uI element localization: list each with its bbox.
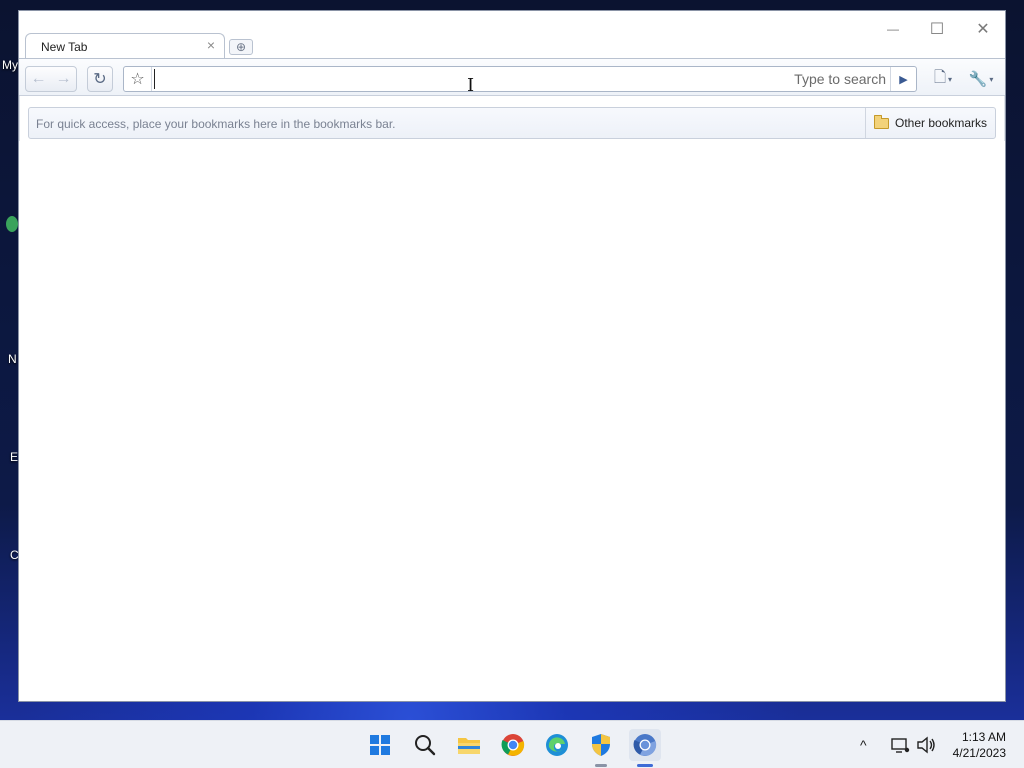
close-window-button[interactable]: ✕	[961, 15, 1005, 43]
chevron-down-icon: ▾	[948, 74, 953, 84]
volume-icon	[917, 736, 935, 754]
page-menu-button[interactable]: 🗋 ▾	[925, 66, 961, 92]
tab-new-tab[interactable]: New Tab ×	[25, 33, 225, 59]
page-content[interactable]	[19, 141, 1005, 701]
maximize-button[interactable]: ☐	[915, 15, 959, 43]
plus-icon: ⊕	[235, 40, 247, 54]
desktop-app-icon[interactable]	[6, 216, 18, 232]
network-icon	[891, 738, 910, 753]
edge-button[interactable]	[541, 729, 573, 761]
security-shield-icon	[592, 734, 610, 756]
minimize-icon: —	[887, 22, 899, 36]
chevron-down-icon: ▾	[989, 74, 994, 84]
bookmarks-bar-hint: For quick access, place your bookmarks h…	[36, 117, 396, 131]
wrench-icon: 🔧	[968, 71, 988, 88]
close-icon: ✕	[976, 21, 990, 38]
reload-icon: ↻	[93, 71, 107, 88]
title-bar[interactable]: — ☐ ✕ New Tab × ⊕	[19, 11, 1005, 59]
desktop-icon-label[interactable]: E	[10, 450, 18, 464]
tab-close-icon[interactable]: ×	[204, 38, 218, 52]
active-indicator	[637, 764, 653, 767]
maximize-icon: ☐	[929, 21, 945, 38]
back-forward-group: ← →	[25, 66, 77, 92]
clock-time: 1:13 AM	[961, 730, 1006, 744]
running-indicator	[595, 764, 607, 767]
folder-icon	[874, 114, 889, 129]
search-icon	[415, 735, 436, 756]
file-explorer-button[interactable]	[453, 729, 485, 761]
minimize-button[interactable]: —	[871, 15, 915, 43]
forward-icon[interactable]: →	[56, 70, 72, 88]
other-bookmarks-button[interactable]: Other bookmarks	[865, 108, 995, 138]
clock-date: 4/21/2023	[952, 746, 1006, 760]
address-input[interactable]	[154, 69, 774, 89]
search-hint: Type to search	[794, 71, 886, 87]
security-button[interactable]	[585, 729, 617, 767]
chromium-button[interactable]	[629, 729, 661, 767]
start-button[interactable]	[364, 729, 396, 761]
browser-window: — ☐ ✕ New Tab × ⊕ ← → ↻ ☆ Type to search…	[18, 10, 1006, 702]
omnibox[interactable]: ☆ Type to search ▶	[123, 66, 917, 92]
back-icon[interactable]: ←	[31, 70, 47, 88]
bookmark-star-button[interactable]: ☆	[124, 67, 152, 91]
search-button[interactable]	[409, 729, 441, 761]
start-icon	[370, 735, 390, 755]
desktop-icon-label[interactable]: My	[2, 58, 18, 72]
navigation-toolbar: ← → ↻ ☆ Type to search ▶ 🗋 ▾ 🔧 ▾	[19, 58, 1005, 96]
text-cursor-icon: I	[467, 75, 475, 96]
edge-icon	[546, 734, 568, 756]
chrome-icon	[501, 734, 525, 756]
volume-button[interactable]	[916, 721, 936, 768]
file-explorer-icon	[458, 738, 480, 754]
page-icon: 🗋	[933, 68, 947, 86]
tray-overflow-button[interactable]: ^	[860, 721, 867, 768]
chromium-icon	[633, 734, 657, 756]
other-bookmarks-label: Other bookmarks	[895, 116, 988, 130]
go-button[interactable]: ▶	[890, 67, 916, 91]
network-button[interactable]	[890, 721, 910, 768]
wrench-menu-button[interactable]: 🔧 ▾	[963, 66, 999, 92]
chrome-button[interactable]	[497, 729, 529, 761]
clock[interactable]: 1:13 AM 4/21/2023	[953, 729, 1006, 761]
new-tab-button[interactable]: ⊕	[229, 39, 253, 55]
desktop-icon-label[interactable]: N	[8, 352, 17, 366]
taskbar: ^ 1:13 AM 4/21/2023	[0, 720, 1024, 768]
tab-title: New Tab	[41, 40, 88, 54]
star-icon: ☆	[130, 71, 145, 88]
bookmarks-bar: For quick access, place your bookmarks h…	[28, 107, 996, 139]
chevron-up-icon: ^	[860, 737, 867, 753]
reload-button[interactable]: ↻	[87, 66, 113, 92]
play-icon: ▶	[899, 73, 908, 86]
